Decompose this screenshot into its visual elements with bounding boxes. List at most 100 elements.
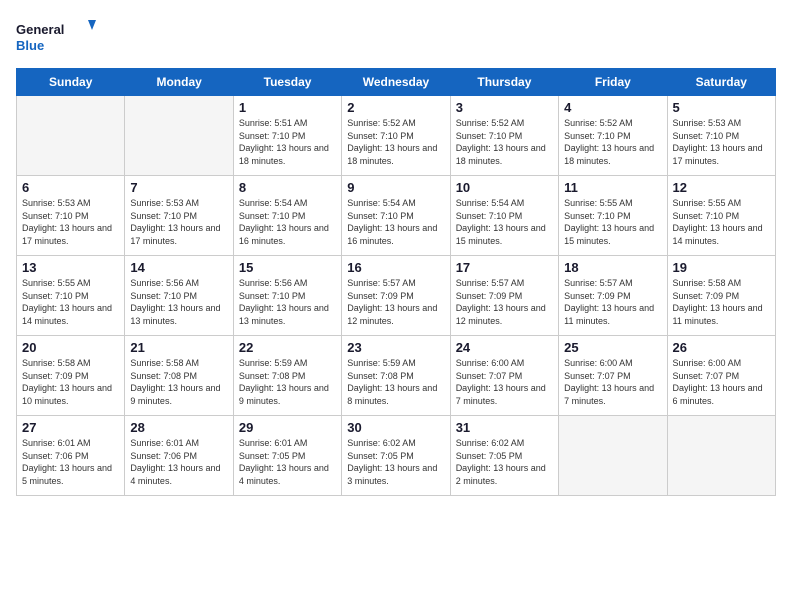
day-of-week-header: Tuesday [233, 69, 341, 96]
cell-details: Sunrise: 6:02 AMSunset: 7:05 PMDaylight:… [456, 437, 553, 487]
day-number: 17 [456, 260, 553, 275]
cell-details: Sunrise: 5:55 AMSunset: 7:10 PMDaylight:… [564, 197, 661, 247]
calendar-cell: 21 Sunrise: 5:58 AMSunset: 7:08 PMDayligh… [125, 336, 233, 416]
calendar-cell: 16Sunrise: 5:57 AMSunset: 7:09 PMDayligh… [342, 256, 450, 336]
calendar-header-row: SundayMondayTuesdayWednesdayThursdayFrid… [17, 69, 776, 96]
calendar-week-row: 1 Sunrise: 5:51 AMSunset: 7:10 PMDaylight… [17, 96, 776, 176]
day-number: 23 [347, 340, 444, 355]
cell-details: Sunrise: 5:55 AMSunset: 7:10 PMDaylight:… [673, 197, 770, 247]
day-number: 7 [130, 180, 227, 195]
cell-details: Sunrise: 6:00 AMSunset: 7:07 PMDaylight:… [564, 357, 661, 407]
day-number: 13 [22, 260, 119, 275]
calendar-table: SundayMondayTuesdayWednesdayThursdayFrid… [16, 68, 776, 496]
day-number: 31 [456, 420, 553, 435]
day-number: 29 [239, 420, 336, 435]
calendar-week-row: 6 Sunrise: 5:53 AMSunset: 7:10 PMDaylight… [17, 176, 776, 256]
cell-details: Sunrise: 5:52 AMSunset: 7:10 PMDaylight:… [456, 117, 553, 167]
day-number: 26 [673, 340, 770, 355]
calendar-cell: 28 Sunrise: 6:01 AMSunset: 7:06 PMDayligh… [125, 416, 233, 496]
calendar-cell: 13 Sunrise: 5:55 AMSunset: 7:10 PMDayligh… [17, 256, 125, 336]
calendar-cell: 7 Sunrise: 5:53 AMSunset: 7:10 PMDaylight… [125, 176, 233, 256]
calendar-cell: 31 Sunrise: 6:02 AMSunset: 7:05 PMDayligh… [450, 416, 558, 496]
day-of-week-header: Thursday [450, 69, 558, 96]
day-number: 12 [673, 180, 770, 195]
day-number: 9 [347, 180, 444, 195]
cell-details: Sunrise: 5:58 AMSunset: 7:09 PMDaylight:… [673, 277, 770, 327]
calendar-cell: 18Sunrise: 5:57 AMSunset: 7:09 PMDayligh… [559, 256, 667, 336]
day-number: 2 [347, 100, 444, 115]
day-number: 27 [22, 420, 119, 435]
day-number: 15 [239, 260, 336, 275]
day-number: 21 [130, 340, 227, 355]
day-of-week-header: Sunday [17, 69, 125, 96]
calendar-cell: 25 Sunrise: 6:00 AMSunset: 7:07 PMDayligh… [559, 336, 667, 416]
calendar-cell: 24Sunrise: 6:00 AMSunset: 7:07 PMDayligh… [450, 336, 558, 416]
cell-details: Sunrise: 6:01 AMSunset: 7:06 PMDaylight:… [22, 437, 119, 487]
cell-details: Sunrise: 5:52 AMSunset: 7:10 PMDaylight:… [564, 117, 661, 167]
calendar-cell: 5 Sunrise: 5:53 AMSunset: 7:10 PMDaylight… [667, 96, 775, 176]
day-number: 25 [564, 340, 661, 355]
day-number: 30 [347, 420, 444, 435]
day-number: 14 [130, 260, 227, 275]
calendar-cell [667, 416, 775, 496]
cell-details: Sunrise: 5:53 AMSunset: 7:10 PMDaylight:… [130, 197, 227, 247]
calendar-week-row: 13 Sunrise: 5:55 AMSunset: 7:10 PMDayligh… [17, 256, 776, 336]
calendar-cell: 27 Sunrise: 6:01 AMSunset: 7:06 PMDayligh… [17, 416, 125, 496]
calendar-cell: 12 Sunrise: 5:55 AMSunset: 7:10 PMDayligh… [667, 176, 775, 256]
svg-text:General: General [16, 22, 64, 37]
cell-details: Sunrise: 5:57 AMSunset: 7:09 PMDaylight:… [456, 277, 553, 327]
calendar-week-row: 27 Sunrise: 6:01 AMSunset: 7:06 PMDayligh… [17, 416, 776, 496]
cell-details: Sunrise: 5:56 AMSunset: 7:10 PMDaylight:… [239, 277, 336, 327]
day-number: 28 [130, 420, 227, 435]
cell-details: Sunrise: 5:53 AMSunset: 7:10 PMDaylight:… [673, 117, 770, 167]
cell-details: Sunrise: 5:54 AMSunset: 7:10 PMDaylight:… [239, 197, 336, 247]
day-number: 18 [564, 260, 661, 275]
calendar-cell: 17 Sunrise: 5:57 AMSunset: 7:09 PMDayligh… [450, 256, 558, 336]
page-header: General Blue [16, 16, 776, 56]
calendar-cell: 20 Sunrise: 5:58 AMSunset: 7:09 PMDayligh… [17, 336, 125, 416]
cell-details: Sunrise: 5:55 AMSunset: 7:10 PMDaylight:… [22, 277, 119, 327]
day-of-week-header: Friday [559, 69, 667, 96]
cell-details: Sunrise: 6:00 AMSunset: 7:07 PMDaylight:… [673, 357, 770, 407]
calendar-cell: 29Sunrise: 6:01 AMSunset: 7:05 PMDayligh… [233, 416, 341, 496]
cell-details: Sunrise: 5:57 AMSunset: 7:09 PMDaylight:… [347, 277, 444, 327]
day-of-week-header: Wednesday [342, 69, 450, 96]
calendar-cell [125, 96, 233, 176]
day-number: 19 [673, 260, 770, 275]
calendar-cell: 8Sunrise: 5:54 AMSunset: 7:10 PMDaylight… [233, 176, 341, 256]
cell-details: Sunrise: 5:58 AMSunset: 7:08 PMDaylight:… [130, 357, 227, 407]
calendar-cell: 9Sunrise: 5:54 AMSunset: 7:10 PMDaylight… [342, 176, 450, 256]
day-of-week-header: Monday [125, 69, 233, 96]
day-number: 5 [673, 100, 770, 115]
calendar-cell: 11 Sunrise: 5:55 AMSunset: 7:10 PMDayligh… [559, 176, 667, 256]
calendar-cell: 1 Sunrise: 5:51 AMSunset: 7:10 PMDaylight… [233, 96, 341, 176]
cell-details: Sunrise: 5:59 AMSunset: 7:08 PMDaylight:… [239, 357, 336, 407]
calendar-cell: 26 Sunrise: 6:00 AMSunset: 7:07 PMDayligh… [667, 336, 775, 416]
calendar-cell: 14 Sunrise: 5:56 AMSunset: 7:10 PMDayligh… [125, 256, 233, 336]
calendar-cell: 10 Sunrise: 5:54 AMSunset: 7:10 PMDayligh… [450, 176, 558, 256]
cell-details: Sunrise: 5:54 AMSunset: 7:10 PMDaylight:… [456, 197, 553, 247]
day-number: 22 [239, 340, 336, 355]
day-number: 1 [239, 100, 336, 115]
cell-details: Sunrise: 6:01 AMSunset: 7:06 PMDaylight:… [130, 437, 227, 487]
day-number: 10 [456, 180, 553, 195]
calendar-cell: 3 Sunrise: 5:52 AMSunset: 7:10 PMDaylight… [450, 96, 558, 176]
logo-svg: General Blue [16, 16, 96, 56]
day-number: 20 [22, 340, 119, 355]
calendar-cell: 15 Sunrise: 5:56 AMSunset: 7:10 PMDayligh… [233, 256, 341, 336]
day-number: 3 [456, 100, 553, 115]
day-of-week-header: Saturday [667, 69, 775, 96]
cell-details: Sunrise: 5:51 AMSunset: 7:10 PMDaylight:… [239, 117, 336, 167]
cell-details: Sunrise: 6:02 AMSunset: 7:05 PMDaylight:… [347, 437, 444, 487]
cell-details: Sunrise: 5:58 AMSunset: 7:09 PMDaylight:… [22, 357, 119, 407]
svg-text:Blue: Blue [16, 38, 44, 53]
day-number: 11 [564, 180, 661, 195]
cell-details: Sunrise: 5:53 AMSunset: 7:10 PMDaylight:… [22, 197, 119, 247]
day-number: 6 [22, 180, 119, 195]
calendar-cell [17, 96, 125, 176]
cell-details: Sunrise: 5:56 AMSunset: 7:10 PMDaylight:… [130, 277, 227, 327]
calendar-cell [559, 416, 667, 496]
calendar-cell: 30 Sunrise: 6:02 AMSunset: 7:05 PMDayligh… [342, 416, 450, 496]
day-number: 24 [456, 340, 553, 355]
cell-details: Sunrise: 5:52 AMSunset: 7:10 PMDaylight:… [347, 117, 444, 167]
